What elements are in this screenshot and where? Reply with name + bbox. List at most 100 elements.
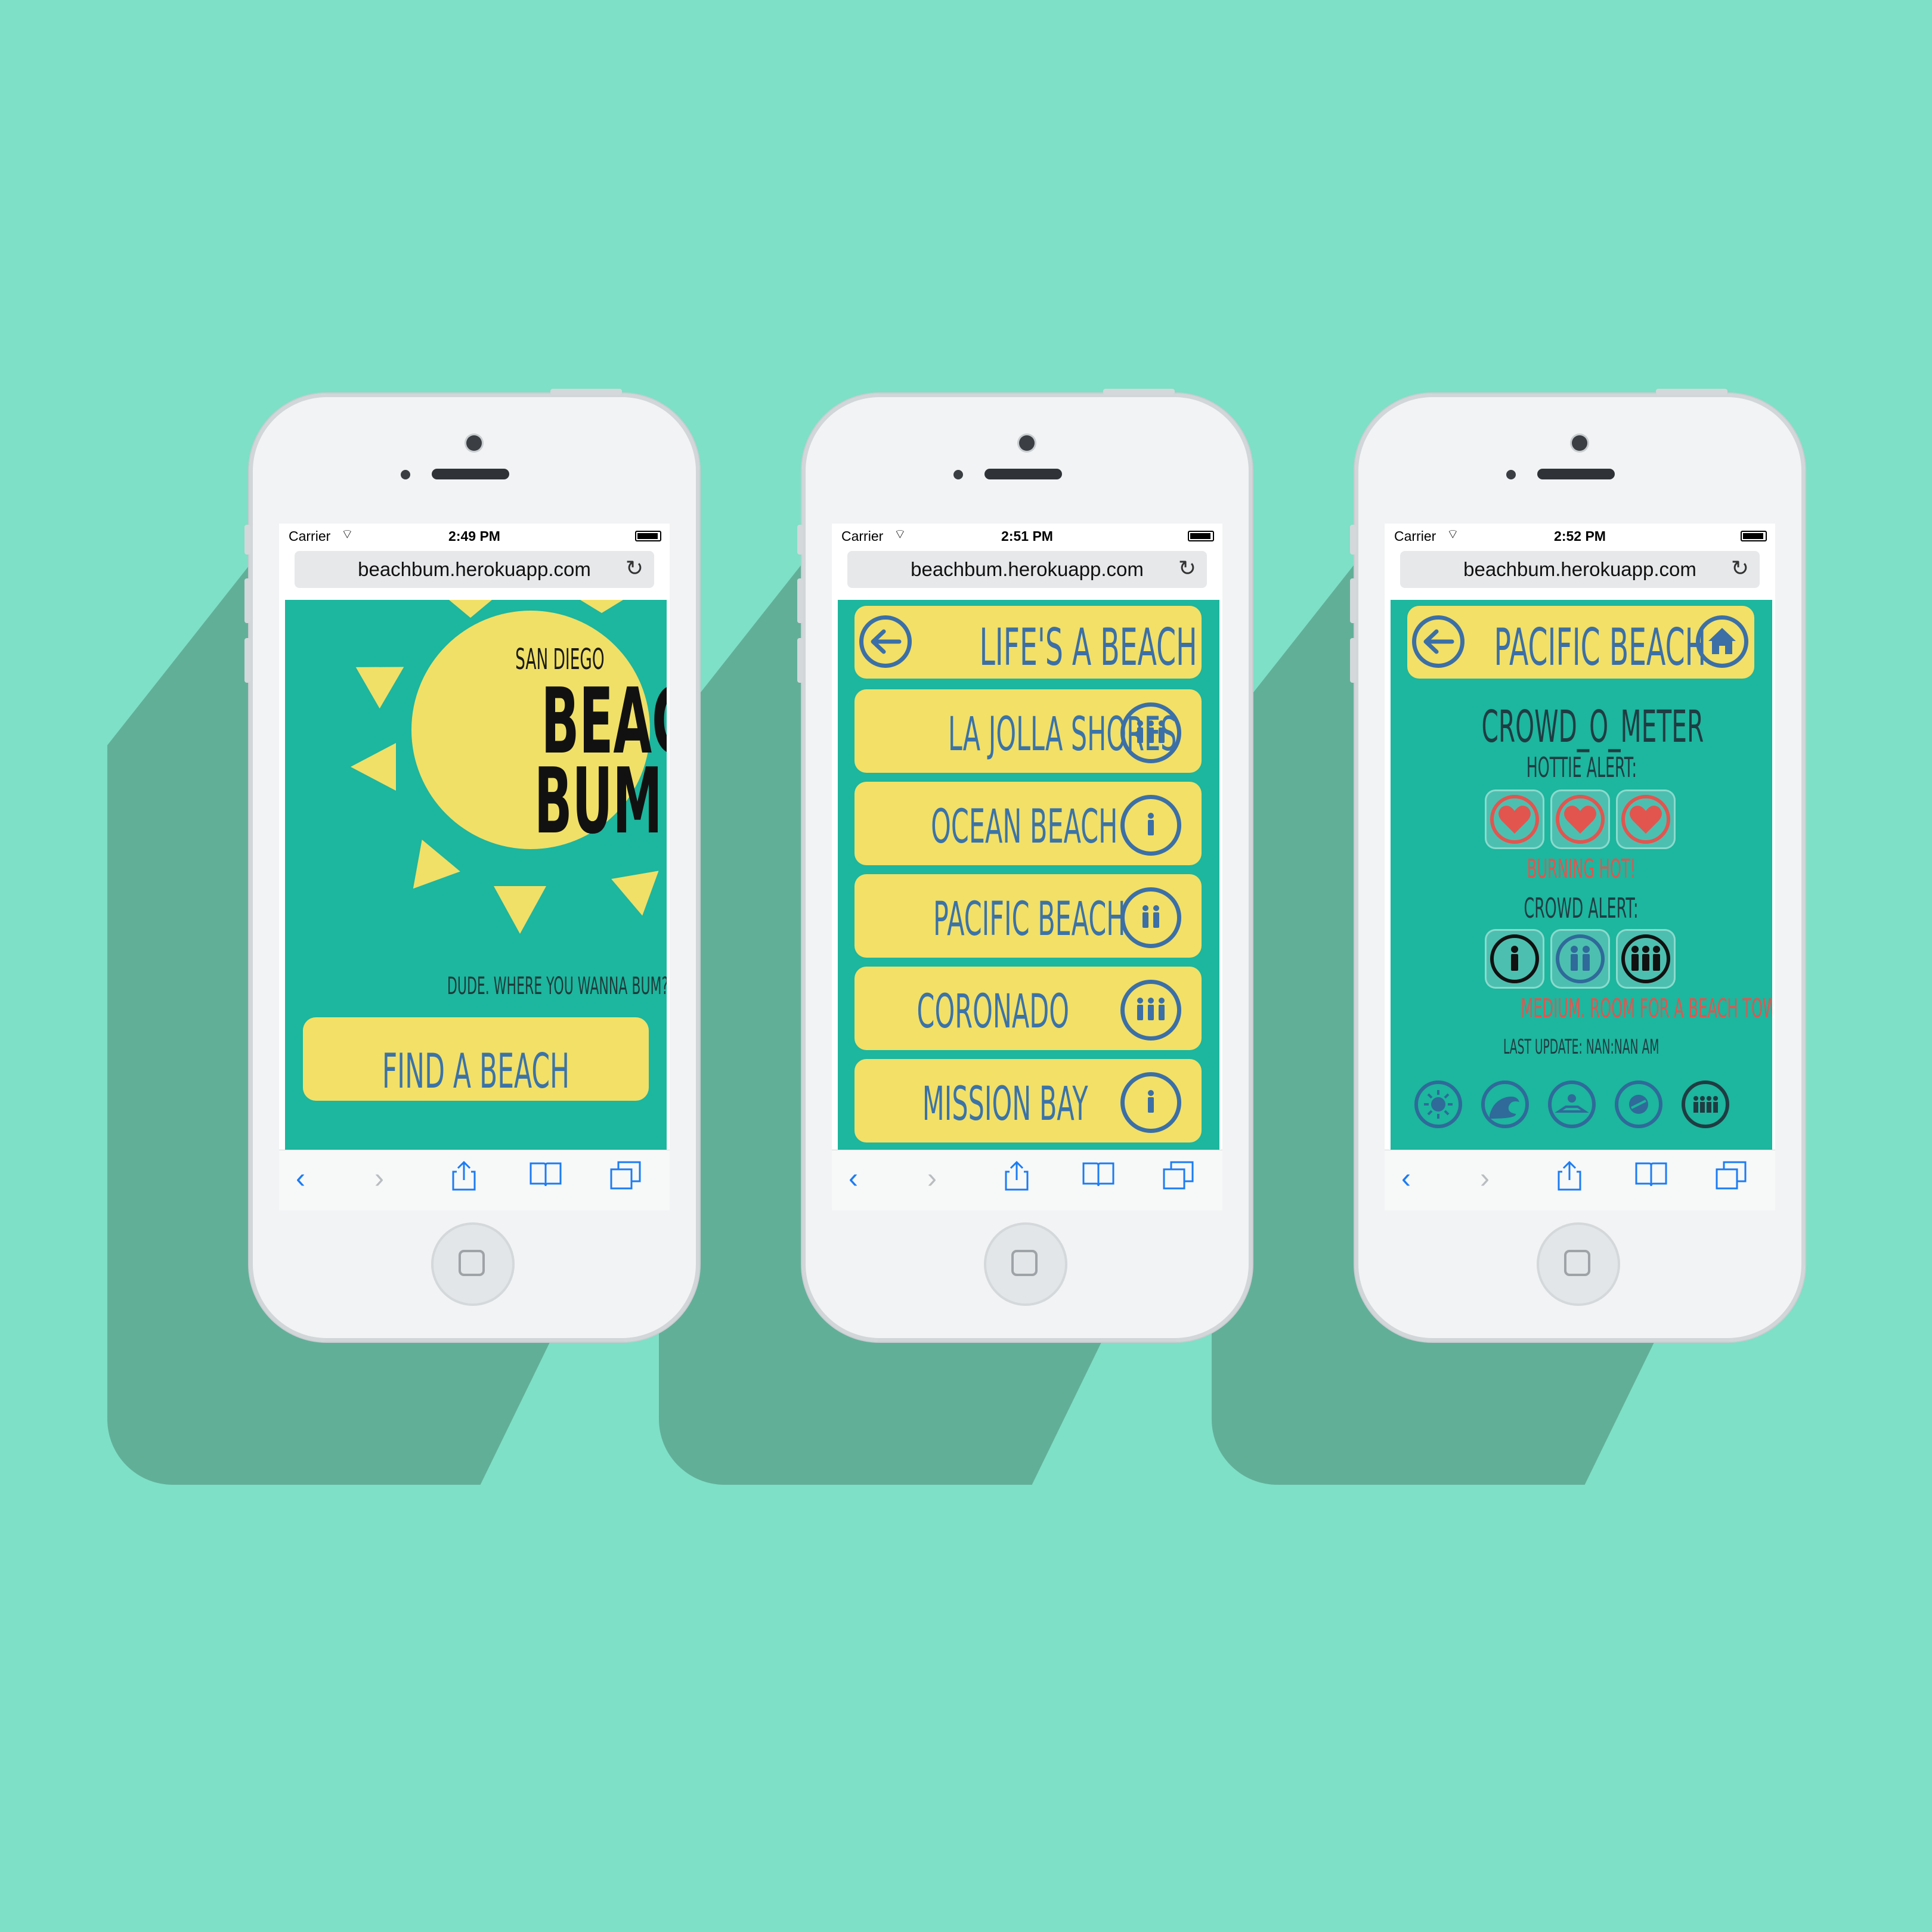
home-button[interactable] <box>431 1222 515 1306</box>
page-content: LIFE'S A BEACH LA JOLLA SHORES OCEAN BEA… <box>838 600 1219 1150</box>
page-header: LIFE'S A BEACH <box>854 606 1202 679</box>
earpiece-speaker <box>984 469 1062 479</box>
safari-toolbar: ‹ › <box>832 1150 1222 1210</box>
house-icon[interactable] <box>1696 615 1748 668</box>
page-content: PACIFIC BEACH CROWD_O_METER HOTTIE ALERT… <box>1391 600 1772 1150</box>
screen: Carrier ⌔ 2:49 PM beachbum.herokuapp.com… <box>279 524 670 1210</box>
back-icon[interactable]: ‹ <box>849 1161 858 1197</box>
front-camera <box>1572 435 1587 451</box>
map-icon[interactable] <box>1548 1080 1596 1128</box>
crowd-alert-label: CROWD ALERT: <box>1524 892 1639 924</box>
status-time: 2:51 PM <box>1001 528 1053 544</box>
person-icon <box>1120 1072 1181 1133</box>
two-people-icon <box>1120 887 1181 948</box>
back-icon[interactable]: ‹ <box>296 1161 305 1197</box>
beach-row[interactable]: CORONADO <box>854 967 1202 1050</box>
crowd-level-1[interactable] <box>1485 929 1544 989</box>
phone-beach-detail-screen: Carrier ⌔ 2:52 PM beachbum.herokuapp.com… <box>1350 389 1805 1342</box>
safari-toolbar: ‹ › <box>1385 1150 1775 1210</box>
sun-ray <box>449 600 492 618</box>
heart-rating-3[interactable] <box>1616 789 1676 849</box>
home-button[interactable] <box>1537 1222 1620 1306</box>
front-camera <box>466 435 482 451</box>
mute-switch <box>797 525 803 555</box>
tabs-icon[interactable] <box>610 1161 641 1190</box>
phone-home-screen: Carrier ⌔ 2:49 PM beachbum.herokuapp.com… <box>244 389 699 1342</box>
share-icon[interactable] <box>452 1161 476 1191</box>
beach-name: LA JOLLA SHORES <box>948 708 1177 761</box>
compass-icon[interactable] <box>1615 1080 1662 1128</box>
address-bar[interactable]: beachbum.herokuapp.com ↻ <box>847 551 1207 588</box>
beach-row[interactable]: OCEAN BEACH <box>854 782 1202 865</box>
beach-name: CORONADO <box>917 985 1070 1039</box>
beach-row[interactable]: LA JOLLA SHORES <box>854 689 1202 773</box>
status-time: 2:49 PM <box>448 528 500 544</box>
reload-icon[interactable]: ↻ <box>1731 556 1749 581</box>
crowd-icon <box>1120 980 1181 1041</box>
volume-up-button <box>244 578 250 623</box>
forward-icon[interactable]: › <box>1480 1161 1490 1197</box>
volume-down-button <box>244 638 250 683</box>
url-text: beachbum.herokuapp.com <box>1463 558 1696 580</box>
volume-down-button <box>1350 638 1356 683</box>
status-bar: Carrier ⌔ 2:52 PM <box>1385 524 1775 547</box>
sun-ray <box>603 856 659 916</box>
reload-icon[interactable]: ↻ <box>626 556 643 581</box>
bookmarks-icon[interactable] <box>530 1161 562 1187</box>
wave-icon[interactable] <box>1481 1080 1529 1128</box>
volume-up-button <box>1350 578 1356 623</box>
two-people-icon <box>1571 946 1590 971</box>
earpiece-speaker <box>1537 469 1615 479</box>
share-icon[interactable] <box>1558 1161 1581 1191</box>
tabs-icon[interactable] <box>1163 1161 1194 1190</box>
back-icon[interactable]: ‹ <box>1401 1161 1411 1197</box>
page-content: SAN DIEGO BEACH BUM DUDE. WHERE YOU WANN… <box>285 600 667 1150</box>
power-button <box>1103 389 1175 395</box>
power-button <box>1656 389 1727 395</box>
url-text: beachbum.herokuapp.com <box>911 558 1144 580</box>
crowd-o-meter-title: CROWD_O_METER <box>1481 701 1704 753</box>
crowd-icon <box>1120 702 1181 763</box>
url-text: beachbum.herokuapp.com <box>358 558 591 580</box>
last-update: LAST UPDATE: NAN:NAN AM <box>1503 1035 1659 1059</box>
heart-icon <box>1498 806 1531 834</box>
heart-rating-2[interactable] <box>1550 789 1610 849</box>
address-bar[interactable]: beachbum.herokuapp.com ↻ <box>1400 551 1760 588</box>
tagline: DUDE. WHERE YOU WANNA BUM? <box>447 973 667 1000</box>
sun-ray <box>580 600 623 613</box>
crowd-icon[interactable] <box>1682 1080 1729 1128</box>
phone-beach-list-screen: Carrier ⌔ 2:51 PM beachbum.herokuapp.com… <box>797 389 1252 1342</box>
share-icon[interactable] <box>1005 1161 1029 1191</box>
logo-bum: BUM <box>534 748 662 854</box>
crowd-level-3[interactable] <box>1616 929 1676 989</box>
screen: Carrier ⌔ 2:51 PM beachbum.herokuapp.com… <box>832 524 1222 1210</box>
battery-icon <box>1188 531 1214 541</box>
forward-icon[interactable]: › <box>374 1161 384 1197</box>
find-a-beach-button[interactable]: FIND A BEACH <box>303 1017 649 1101</box>
sun-ray <box>494 886 546 934</box>
tabs-icon[interactable] <box>1716 1161 1747 1190</box>
crowd-level-2-selected[interactable] <box>1550 929 1610 989</box>
home-button[interactable] <box>984 1222 1067 1306</box>
sensor-dot <box>401 470 410 479</box>
beach-name: PACIFIC BEACH <box>933 893 1126 946</box>
mute-switch <box>1350 525 1356 555</box>
heart-rating-1[interactable] <box>1485 789 1544 849</box>
bookmarks-icon[interactable] <box>1635 1161 1667 1187</box>
sun-icon[interactable] <box>1414 1080 1462 1128</box>
heart-icon <box>1630 806 1662 834</box>
beach-row[interactable]: MISSION BAY <box>854 1059 1202 1143</box>
forward-icon[interactable]: › <box>927 1161 937 1197</box>
address-bar[interactable]: beachbum.herokuapp.com ↻ <box>295 551 654 588</box>
person-icon <box>1120 795 1181 856</box>
beach-row[interactable]: PACIFIC BEACH <box>854 874 1202 958</box>
bookmarks-icon[interactable] <box>1082 1161 1114 1187</box>
reload-icon[interactable]: ↻ <box>1178 556 1196 581</box>
sensor-dot <box>953 470 963 479</box>
crowd-status: MEDIUM. ROOM FOR A BEACH TOWEL FORT. <box>1521 993 1772 1024</box>
hottie-alert-label: HOTTIE ALERT: <box>1526 751 1637 784</box>
mute-switch <box>244 525 250 555</box>
earpiece-speaker <box>432 469 509 479</box>
battery-icon <box>1741 531 1767 541</box>
front-camera <box>1019 435 1035 451</box>
